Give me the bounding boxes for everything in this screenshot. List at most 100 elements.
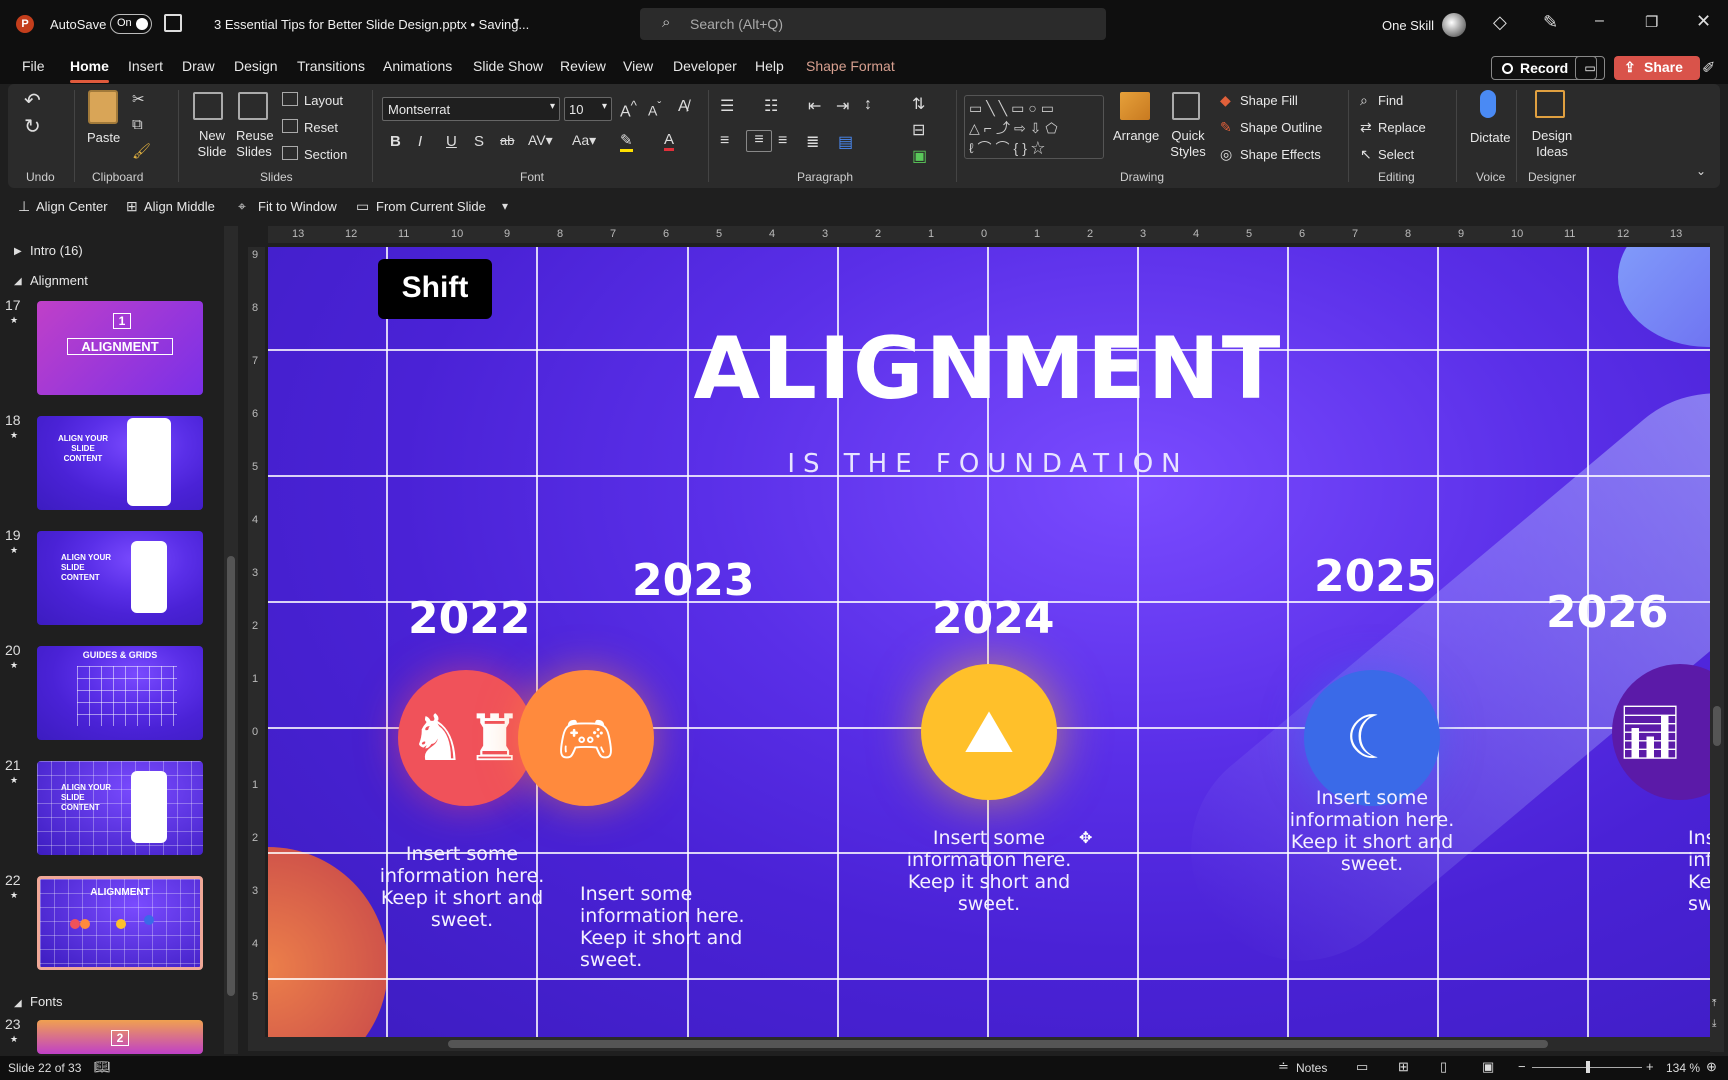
- reading-view-icon[interactable]: ▯: [1440, 1059, 1447, 1075]
- tab-developer[interactable]: Developer: [673, 58, 737, 74]
- slide-thumbnail-17[interactable]: 1 ALIGNMENT: [37, 301, 203, 395]
- font-name-select[interactable]: Montserrat ▾: [382, 97, 560, 121]
- year-2025[interactable]: 2025: [1314, 551, 1436, 602]
- info-text-2023[interactable]: Insert some information here. Keep it sh…: [580, 883, 748, 971]
- design-ideas-label[interactable]: Design Ideas: [1530, 128, 1574, 160]
- design-ideas-icon[interactable]: [1535, 90, 1565, 118]
- decrease-indent-icon[interactable]: ⇤: [808, 96, 821, 116]
- copy-icon[interactable]: ⧉: [132, 116, 143, 133]
- next-slide-icon[interactable]: ⤓: [1712, 1018, 1716, 1029]
- quick-styles-label[interactable]: Quick Styles: [1168, 128, 1208, 160]
- redo-icon[interactable]: ↻: [24, 114, 41, 139]
- close-icon[interactable]: ✕: [1696, 11, 1711, 32]
- shadow-icon[interactable]: S: [474, 133, 484, 150]
- bold-icon[interactable]: B: [390, 133, 401, 150]
- notes-button[interactable]: Notes: [1296, 1061, 1327, 1075]
- section-collapse-icon[interactable]: ◢: [14, 998, 22, 1009]
- replace-button[interactable]: Replace: [1378, 120, 1426, 135]
- quick-styles-icon[interactable]: [1172, 92, 1200, 120]
- text-direction-icon[interactable]: ⇅: [912, 94, 925, 114]
- justify-icon[interactable]: ≣: [806, 132, 819, 152]
- qat-align-center[interactable]: Align Center: [36, 199, 108, 214]
- tab-shape-format[interactable]: Shape Format: [806, 58, 895, 74]
- year-2022[interactable]: 2022: [408, 593, 530, 644]
- info-text-2024[interactable]: Insert some information here. Keep it sh…: [903, 827, 1075, 915]
- cut-icon[interactable]: ✂: [132, 90, 145, 108]
- slide-thumbnail-23[interactable]: 2: [37, 1020, 203, 1054]
- normal-view-icon[interactable]: ▭: [1356, 1059, 1368, 1075]
- h-scroll-thumb[interactable]: [448, 1040, 1548, 1048]
- align-right-icon[interactable]: ≡: [778, 132, 787, 150]
- undo-icon[interactable]: ↶: [24, 88, 41, 113]
- circle-orange[interactable]: 🎮︎: [518, 670, 654, 806]
- tab-home[interactable]: Home: [70, 58, 109, 83]
- tab-view[interactable]: View: [623, 58, 653, 74]
- qat-from-current-slide[interactable]: From Current Slide: [376, 199, 486, 214]
- section-alignment[interactable]: Alignment: [30, 273, 88, 288]
- panel-scrollbar[interactable]: [224, 226, 238, 1054]
- reuse-slides-label[interactable]: Reuse Slides: [236, 128, 274, 160]
- shape-fill-button[interactable]: Shape Fill: [1240, 93, 1298, 108]
- info-text-2025[interactable]: Insert some information here. Keep it sh…: [1286, 787, 1458, 875]
- find-button[interactable]: Find: [1378, 93, 1403, 108]
- minimize-icon[interactable]: –: [1595, 12, 1604, 30]
- slide-thumbnail-18[interactable]: ALIGN YOUR SLIDE CONTENT: [37, 416, 203, 510]
- collapse-ribbon-icon[interactable]: ⌄: [1696, 164, 1706, 178]
- qat-align-middle[interactable]: Align Middle: [144, 199, 215, 214]
- highlight-icon[interactable]: ✎: [620, 131, 633, 152]
- tab-help[interactable]: Help: [755, 58, 784, 74]
- paste-label[interactable]: Paste: [87, 130, 120, 145]
- tab-slide-show[interactable]: Slide Show: [473, 58, 543, 74]
- slide-thumbnail-20[interactable]: GUIDES & GRIDS: [37, 646, 203, 740]
- zoom-out-icon[interactable]: −: [1518, 1059, 1526, 1074]
- change-case-icon[interactable]: Aa▾: [572, 132, 596, 149]
- reset-button[interactable]: Reset: [304, 120, 338, 135]
- grow-font-icon[interactable]: A^: [620, 98, 637, 121]
- horizontal-scrollbar[interactable]: [248, 1037, 1710, 1051]
- info-text-2026[interactable]: Ins inf Ke sw: [1688, 827, 1710, 915]
- zoom-level[interactable]: 134 %: [1666, 1061, 1700, 1075]
- zoom-in-icon[interactable]: +: [1646, 1059, 1654, 1074]
- bullets-icon[interactable]: ☰: [720, 96, 734, 116]
- qat-fit-to-window[interactable]: Fit to Window: [258, 199, 337, 214]
- year-2023[interactable]: 2023: [632, 555, 754, 606]
- slide-canvas[interactable]: Shift ALIGNMENT IS THE FOUNDATION 2022 2…: [268, 247, 1710, 1037]
- restore-icon[interactable]: ❐: [1645, 13, 1658, 31]
- align-text-icon[interactable]: ⊟: [912, 120, 925, 140]
- align-left-icon[interactable]: ≡: [720, 132, 729, 150]
- user-name[interactable]: One Skill: [1382, 18, 1434, 33]
- slideshow-icon[interactable]: ▣: [1482, 1059, 1494, 1075]
- increase-indent-icon[interactable]: ⇥: [836, 96, 849, 116]
- new-slide-label[interactable]: New Slide: [190, 128, 234, 160]
- font-color-icon[interactable]: A: [664, 131, 675, 151]
- year-2026[interactable]: 2026: [1546, 587, 1668, 638]
- vertical-scrollbar[interactable]: ⤒ ⤓: [1710, 226, 1724, 1052]
- document-title[interactable]: 3 Essential Tips for Better Slide Design…: [214, 17, 529, 32]
- slide-sorter-icon[interactable]: ⊞: [1398, 1059, 1409, 1075]
- autosave-toggle[interactable]: On: [110, 14, 152, 34]
- slide-thumbnail-19[interactable]: ALIGN YOUR SLIDE CONTENT: [37, 531, 203, 625]
- fit-slide-icon[interactable]: ⊕: [1706, 1059, 1717, 1075]
- tab-review[interactable]: Review: [560, 58, 606, 74]
- shrink-font-icon[interactable]: Aˇ: [648, 100, 661, 119]
- pen-icon[interactable]: ✎: [1543, 12, 1558, 33]
- reuse-slides-icon[interactable]: [238, 92, 268, 120]
- diamond-icon[interactable]: ◇: [1493, 12, 1507, 33]
- comments-button[interactable]: ▭: [1575, 56, 1605, 80]
- section-expand-icon[interactable]: ▶: [14, 246, 22, 257]
- search-box[interactable]: ⌕ Search (Alt+Q): [640, 8, 1106, 40]
- slide-thumbnail-21[interactable]: ALIGN YOUR SLIDE CONTENT: [37, 761, 203, 855]
- prev-slide-icon[interactable]: ⤒: [1712, 998, 1716, 1009]
- section-fonts[interactable]: Fonts: [30, 994, 63, 1009]
- share-button[interactable]: ⇪ Share: [1614, 56, 1700, 80]
- tab-draw[interactable]: Draw: [182, 58, 215, 74]
- circle-yellow[interactable]: ⛰: [921, 664, 1057, 800]
- paste-icon[interactable]: [88, 90, 118, 124]
- notes-icon[interactable]: ≐: [1278, 1059, 1289, 1075]
- shapes-gallery[interactable]: ▭╲╲▭○▭ △⌐⤴⇨⇩⬠ ℓ⌒⌒{}☆: [964, 95, 1104, 159]
- accessibility-icon[interactable]: 📖︎: [94, 1059, 111, 1075]
- arrange-label[interactable]: Arrange: [1113, 128, 1159, 143]
- tab-file[interactable]: File: [22, 58, 45, 74]
- tab-transitions[interactable]: Transitions: [297, 58, 365, 74]
- chevron-down-icon[interactable]: ▾: [514, 16, 519, 27]
